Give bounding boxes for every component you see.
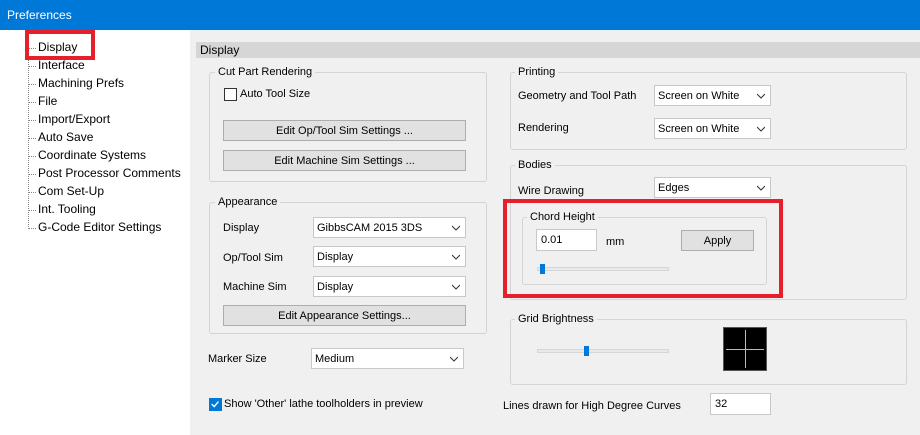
high-degree-curves-input[interactable]: 32 xyxy=(710,393,771,415)
auto-tool-size-label: Auto Tool Size xyxy=(240,88,311,100)
marker-size-label: Marker Size xyxy=(208,353,267,365)
grid-preview-line xyxy=(726,349,764,350)
tree-branch xyxy=(28,228,36,229)
op-tool-sim-select[interactable]: Display xyxy=(313,246,466,267)
appearance-display-value: GibbsCAM 2015 3DS xyxy=(317,222,423,234)
tree-item-post-processor-comments[interactable]: Post Processor Comments xyxy=(38,164,181,182)
wire-drawing-value: Edges xyxy=(658,182,690,194)
show-other-toolholders-label: Show 'Other' lathe toolholders in previe… xyxy=(224,398,423,410)
edit-appearance-settings-button[interactable]: Edit Appearance Settings... xyxy=(223,305,466,326)
chord-height-group xyxy=(522,217,767,285)
checkmark-icon xyxy=(211,401,219,408)
wire-drawing-label: Wire Drawing xyxy=(518,185,585,197)
appearance-title: Appearance xyxy=(215,196,281,209)
tree-branch xyxy=(28,120,36,121)
tree-item-gcode-editor-settings[interactable]: G-Code Editor Settings xyxy=(38,218,161,236)
high-degree-curves-label: Lines drawn for High Degree Curves xyxy=(503,400,681,412)
chevron-down-icon xyxy=(450,356,458,362)
chord-height-slider-thumb[interactable] xyxy=(539,264,545,274)
tree-item-int-tooling[interactable]: Int. Tooling xyxy=(38,200,96,218)
chevron-down-icon xyxy=(452,254,460,260)
panel-header: Display xyxy=(196,42,920,58)
tree-item-file[interactable]: File xyxy=(38,92,57,110)
chevron-down-icon xyxy=(757,93,765,99)
tree-branch xyxy=(28,156,36,157)
appearance-display-select[interactable]: GibbsCAM 2015 3DS xyxy=(313,217,466,238)
tree-branch xyxy=(28,174,36,175)
tree-branch xyxy=(28,102,36,103)
grid-brightness-slider-track[interactable] xyxy=(537,349,669,353)
tree-item-display[interactable]: Display xyxy=(38,38,77,56)
machine-sim-value: Display xyxy=(317,281,354,293)
preferences-tree: Display Interface Machining Prefs File I… xyxy=(0,30,190,435)
rendering-select[interactable]: Screen on White xyxy=(654,118,771,139)
marker-size-select[interactable]: Medium xyxy=(311,348,464,369)
cut-part-rendering-title: Cut Part Rendering xyxy=(215,66,316,79)
grid-brightness-slider-thumb[interactable] xyxy=(583,346,589,356)
geometry-tool-path-label: Geometry and Tool Path xyxy=(518,90,637,102)
grid-brightness-title: Grid Brightness xyxy=(515,313,597,326)
tree-item-com-setup[interactable]: Com Set-Up xyxy=(38,182,104,200)
geometry-tool-path-select[interactable]: Screen on White xyxy=(654,85,771,106)
tree-item-machining-prefs[interactable]: Machining Prefs xyxy=(38,74,124,92)
chord-height-input[interactable]: 0.01 xyxy=(536,229,597,251)
tree-item-coordinate-systems[interactable]: Coordinate Systems xyxy=(38,146,146,164)
window-title: Preferences xyxy=(7,8,72,22)
chord-height-slider-track[interactable] xyxy=(537,267,669,271)
tree-item-import-export[interactable]: Import/Export xyxy=(38,110,110,128)
printing-title: Printing xyxy=(515,66,559,79)
tree-connector-line xyxy=(28,42,29,227)
op-tool-sim-value: Display xyxy=(317,251,354,263)
chevron-down-icon xyxy=(452,284,460,290)
appearance-display-label: Display xyxy=(223,222,260,234)
tree-branch xyxy=(28,210,36,211)
tree-branch xyxy=(28,192,36,193)
auto-tool-size-checkbox[interactable] xyxy=(224,88,237,101)
wire-drawing-select[interactable]: Edges xyxy=(654,177,771,198)
machine-sim-select[interactable]: Display xyxy=(313,276,466,297)
op-tool-sim-label: Op/Tool Sim xyxy=(223,252,283,264)
bodies-title: Bodies xyxy=(515,159,555,172)
chevron-down-icon xyxy=(757,126,765,132)
grid-preview xyxy=(723,327,767,371)
geometry-tool-path-value: Screen on White xyxy=(658,90,740,102)
tree-branch xyxy=(28,138,36,139)
chevron-down-icon xyxy=(757,185,765,191)
chevron-down-icon xyxy=(452,225,460,231)
tree-item-interface[interactable]: Interface xyxy=(38,56,85,74)
tree-item-auto-save[interactable]: Auto Save xyxy=(38,128,93,146)
edit-machine-sim-settings-button[interactable]: Edit Machine Sim Settings ... xyxy=(223,150,466,171)
panel-title: Display xyxy=(200,43,240,57)
marker-size-value: Medium xyxy=(315,353,355,365)
edit-op-tool-sim-settings-button[interactable]: Edit Op/Tool Sim Settings ... xyxy=(223,120,466,141)
rendering-label: Rendering xyxy=(518,122,569,134)
chord-height-apply-button[interactable]: Apply xyxy=(681,230,754,251)
chord-height-title: Chord Height xyxy=(527,211,598,224)
tree-branch xyxy=(28,66,36,67)
tree-branch xyxy=(28,84,36,85)
window-titlebar: Preferences xyxy=(0,0,920,30)
chord-height-unit: mm xyxy=(606,236,625,248)
machine-sim-label: Machine Sim xyxy=(223,281,287,293)
rendering-value: Screen on White xyxy=(658,123,740,135)
show-other-toolholders-checkbox[interactable] xyxy=(209,398,222,411)
tree-branch xyxy=(28,48,36,49)
